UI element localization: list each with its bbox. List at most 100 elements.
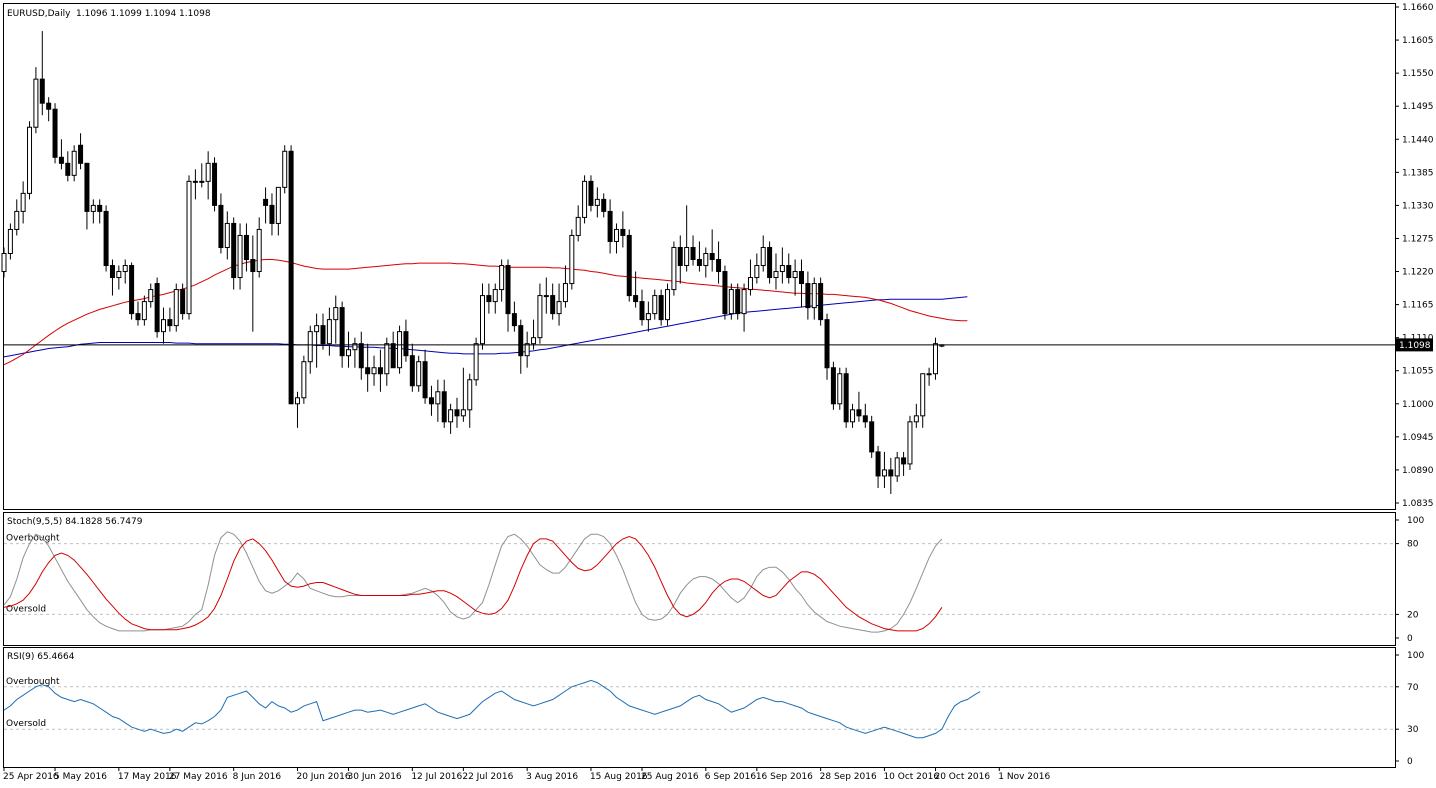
candle-body xyxy=(760,246,766,267)
candle-body xyxy=(524,343,530,357)
time-tick-label: 1 Nov 2016 xyxy=(998,772,1050,782)
candle xyxy=(397,325,403,374)
candle-body xyxy=(467,379,473,411)
candle-body xyxy=(97,204,103,212)
candle-body xyxy=(333,307,339,321)
candle-body xyxy=(263,198,269,206)
candle-body xyxy=(7,228,13,254)
candle-body xyxy=(894,457,900,477)
indicator-tick-label: 100 xyxy=(1407,516,1424,526)
price-tick-label: 1.1605 xyxy=(1402,36,1434,46)
candle xyxy=(830,361,836,410)
candle-body xyxy=(671,246,677,291)
candle xyxy=(129,262,135,320)
candle-body xyxy=(480,295,485,345)
candle-body xyxy=(684,246,690,267)
level-label: Overbought xyxy=(6,677,60,687)
price-tick-label: 1.1055 xyxy=(1402,367,1434,377)
candle xyxy=(626,229,632,302)
candle-body xyxy=(320,325,326,345)
candle-body xyxy=(818,283,824,321)
candle-body xyxy=(237,234,243,279)
candle-body xyxy=(180,289,186,315)
candle-body xyxy=(27,126,33,194)
candle-body xyxy=(454,409,460,417)
candle-body xyxy=(365,367,371,375)
candle-body xyxy=(403,331,409,357)
candle-body xyxy=(773,271,779,279)
candle-body xyxy=(658,295,664,321)
candle xyxy=(837,367,843,410)
candle xyxy=(212,157,218,212)
candle-body xyxy=(626,234,632,297)
candle xyxy=(722,265,728,320)
candle-body xyxy=(84,162,90,212)
candle-body xyxy=(288,150,294,405)
time-tick-label: 22 Jul 2016 xyxy=(462,772,513,782)
candle-body xyxy=(582,180,588,218)
candle xyxy=(932,337,938,380)
candle xyxy=(843,367,849,428)
candle-body xyxy=(346,349,352,357)
candle-body xyxy=(696,259,702,267)
time-tick-label: 12 Jul 2016 xyxy=(411,772,462,782)
candle-body xyxy=(65,162,71,176)
candle-body xyxy=(665,289,671,321)
candle-body xyxy=(747,277,753,291)
candle-body xyxy=(397,331,403,369)
indicator-tick-label: 20 xyxy=(1407,610,1419,620)
candle-body xyxy=(301,361,307,399)
stoch-panel-frame xyxy=(3,512,1396,646)
candle-body xyxy=(492,289,498,303)
candle-body xyxy=(690,246,696,261)
candle-body xyxy=(486,295,492,303)
candle-body xyxy=(409,355,415,387)
current-price-tag: 1.1098 xyxy=(1395,338,1433,352)
candle-body xyxy=(856,409,862,417)
candle-body xyxy=(645,313,651,321)
candle xyxy=(671,241,677,296)
time-axis[interactable]: 25 Apr 20165 May 2016 17 May 201627 May 2… xyxy=(3,767,1050,782)
price-axis[interactable]: 1.1660 1.1605 1.1550 1.1495 1.1440 1.1385 1.13… xyxy=(1395,3,1434,509)
candle-body xyxy=(607,210,613,242)
price-tick-label: 1.0890 xyxy=(1402,466,1434,476)
candle-body xyxy=(550,295,556,315)
price-tick-label: 1.0835 xyxy=(1402,499,1434,509)
candle-body xyxy=(71,150,77,176)
candle-body xyxy=(601,198,607,212)
stoch-label: Stoch(9,5,5) 84.1828 56.7479 xyxy=(7,517,143,527)
candle-body xyxy=(830,367,836,405)
candle-body xyxy=(90,204,96,212)
candle-body xyxy=(39,78,45,104)
indicator-tick-label: 30 xyxy=(1407,725,1419,735)
candle-body xyxy=(843,373,849,423)
candle xyxy=(569,229,575,290)
candle-body xyxy=(250,259,256,273)
candle-body xyxy=(920,373,926,417)
candle-body xyxy=(103,210,109,267)
candle xyxy=(301,355,307,404)
indicator-tick-label: 80 xyxy=(1407,540,1419,550)
candle-body xyxy=(186,180,192,315)
time-tick-label: 6 Sep 2016 xyxy=(705,772,757,782)
candle-body xyxy=(588,180,594,206)
price-tick-label: 1.1660 xyxy=(1402,3,1434,13)
price-tick-label: 1.1440 xyxy=(1402,135,1434,145)
candle-body xyxy=(531,337,537,345)
candle-body xyxy=(460,409,466,417)
candle-body xyxy=(473,343,479,381)
candle-body xyxy=(173,289,179,327)
candle-body xyxy=(58,156,64,164)
candle-body xyxy=(792,271,798,279)
candle xyxy=(869,415,875,458)
chart-window[interactable]: 1.1660 1.1605 1.1550 1.1495 1.1440 1.1385 1.13… xyxy=(0,0,1436,788)
time-tick-label: 15 Aug 2016 xyxy=(590,772,648,782)
candle-body xyxy=(78,144,84,164)
time-tick-label: 8 Jun 2016 xyxy=(233,772,282,782)
candle-body xyxy=(562,283,568,303)
candle-body xyxy=(850,409,856,423)
price-tick-label: 1.1385 xyxy=(1402,168,1434,178)
rsi-label: RSI(9) 65.4664 xyxy=(7,652,75,662)
candle-body xyxy=(256,228,262,273)
candle-body xyxy=(703,252,709,267)
